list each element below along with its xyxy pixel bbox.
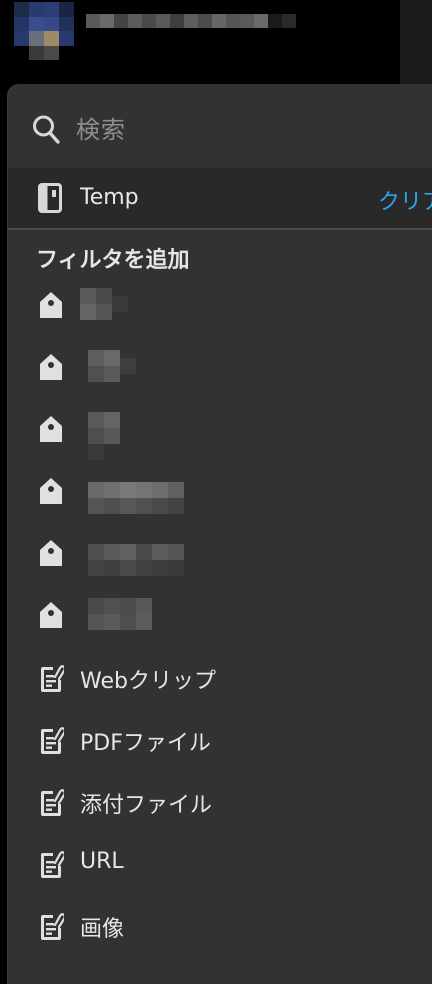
type-label: PDFファイル xyxy=(80,731,211,756)
type-filter-url[interactable]: URL xyxy=(8,833,432,895)
note-attachment-icon xyxy=(41,727,64,754)
tag-icon xyxy=(40,354,62,380)
search-row[interactable]: 検索 xyxy=(8,84,432,168)
search-input[interactable]: 検索 xyxy=(76,110,126,145)
type-label: 添付ファイル xyxy=(80,793,213,818)
type-label: Webクリップ xyxy=(80,669,216,694)
type-label: 画像 xyxy=(80,917,125,942)
selected-notebook-label: Temp xyxy=(80,185,139,210)
note-attachment-icon xyxy=(41,789,64,816)
tag-filter-item[interactable] xyxy=(8,274,432,336)
account-name-redacted xyxy=(86,14,296,28)
search-icon xyxy=(33,115,60,144)
type-filter-image[interactable]: 画像 xyxy=(8,895,432,957)
type-label: URL xyxy=(80,849,124,874)
tag-icon xyxy=(40,416,62,442)
selected-notebook-row[interactable]: Temp クリア xyxy=(8,168,432,230)
note-attachment-icon xyxy=(41,851,64,878)
background-panel xyxy=(400,0,432,84)
user-avatar[interactable] xyxy=(14,2,74,60)
tag-icon xyxy=(40,602,62,628)
tag-icon xyxy=(40,478,62,504)
account-header xyxy=(0,0,432,84)
type-filter-pdf[interactable]: PDFファイル xyxy=(8,709,432,771)
add-filter-heading: フィルタを追加 xyxy=(36,248,190,273)
note-attachment-icon xyxy=(41,665,64,692)
tag-filter-item[interactable] xyxy=(8,522,432,584)
tag-icon xyxy=(40,540,62,566)
tag-filter-item[interactable] xyxy=(8,336,432,398)
note-attachment-icon xyxy=(41,913,64,940)
tag-icon xyxy=(40,292,62,318)
notebook-icon xyxy=(38,183,62,213)
type-filter-attachment[interactable]: 添付ファイル xyxy=(8,771,432,833)
tag-filter-item[interactable] xyxy=(8,460,432,522)
search-filter-dropdown: 検索 Temp クリア フィルタを追加 xyxy=(8,84,432,984)
tag-filter-item[interactable] xyxy=(8,584,432,646)
clear-button[interactable]: クリア xyxy=(378,184,432,216)
type-filter-webclip[interactable]: Webクリップ xyxy=(8,647,432,709)
tag-filter-item[interactable] xyxy=(8,398,432,460)
